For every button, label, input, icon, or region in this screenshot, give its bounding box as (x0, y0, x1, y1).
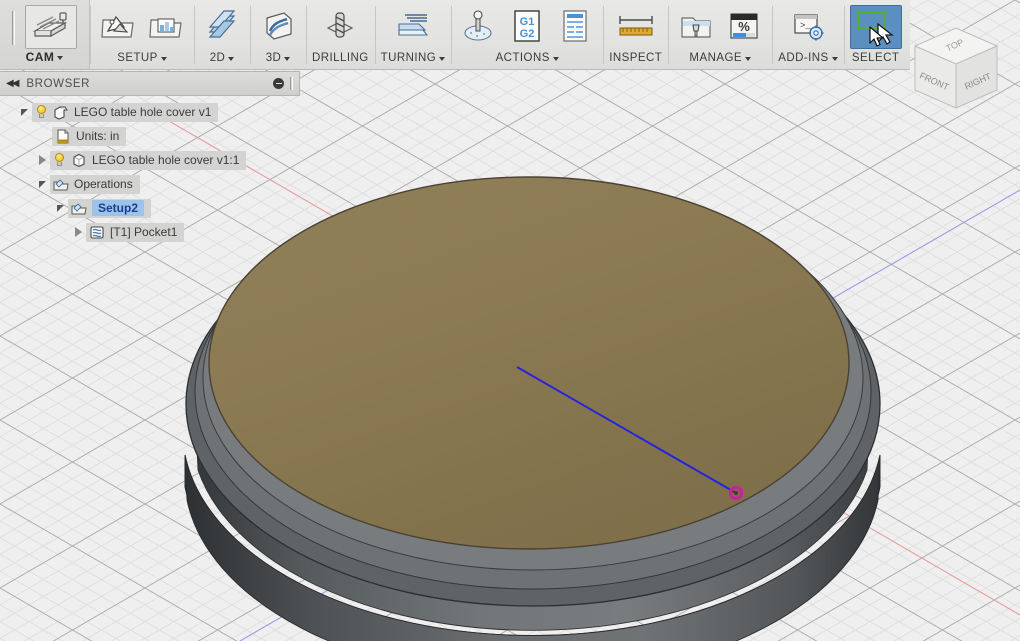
toolbar-group-cam[interactable]: CAM (0, 0, 90, 69)
toolbar-group-setup[interactable]: SETUP (90, 0, 194, 69)
toolbar-label-actions: ACTIONS (457, 52, 597, 67)
new-folder-icon[interactable] (144, 5, 188, 47)
tree-row-setup2[interactable]: Setup2 (0, 196, 300, 220)
tree-label: LEGO table hole cover v1:1 (92, 153, 239, 167)
chevron-down-icon[interactable] (228, 57, 234, 61)
svg-text:>_: >_ (800, 21, 811, 31)
chevron-down-icon[interactable] (553, 57, 559, 61)
turning-icon[interactable] (388, 5, 438, 47)
tree-row-units[interactable]: Units: in (0, 124, 300, 148)
svg-text:%: % (738, 19, 750, 34)
light-bulb-icon[interactable] (35, 105, 48, 119)
toolbar-label-cam: CAM (12, 50, 77, 67)
toolpath-2d-icon[interactable] (200, 5, 244, 47)
light-bulb-icon[interactable] (53, 153, 66, 167)
drill-icon[interactable] (318, 5, 362, 47)
cam-ribbon-toolbar[interactable]: CAM (0, 0, 910, 70)
toolbar-group-2d[interactable]: 2D (194, 0, 250, 69)
svg-text:G1: G1 (520, 16, 535, 28)
tree-node-setup2[interactable]: Setup2 (68, 199, 151, 218)
toolpath-3d-icon[interactable] (256, 5, 300, 47)
toolbar-group-turning[interactable]: TURNING (375, 0, 452, 69)
chevron-down-icon[interactable] (284, 57, 290, 61)
measure-ruler-icon[interactable] (611, 5, 661, 47)
tree-node-pocket1[interactable]: [T1] Pocket1 (86, 223, 184, 242)
expand-twisty-down-icon[interactable] (16, 109, 32, 116)
view-cube[interactable]: TOP FRONT RIGHT (899, 20, 1014, 140)
toolbar-group-3d[interactable]: 3D (250, 0, 306, 69)
setup-folder-icon (71, 201, 87, 216)
document-component-icon (53, 105, 69, 120)
browser-panel[interactable]: ◀◀ BROWSER LEGO table hole cover v1 (0, 71, 300, 244)
expand-twisty-right-icon[interactable] (70, 227, 86, 237)
svg-text:G2: G2 (520, 28, 535, 40)
tree-row-pocket1[interactable]: [T1] Pocket1 (0, 220, 300, 244)
cam-workspace-icon[interactable] (25, 5, 77, 49)
tree-label: [T1] Pocket1 (110, 225, 177, 239)
tree-label: Setup2 (92, 200, 144, 216)
collapse-left-arrows-icon[interactable]: ◀◀ (6, 78, 17, 89)
toolbar-label-setup: SETUP (96, 52, 188, 67)
toolbar-label-inspect: INSPECT (609, 52, 662, 67)
chevron-down-icon[interactable] (832, 57, 838, 61)
simulate-icon[interactable] (457, 5, 501, 47)
tree-node-root-document[interactable]: LEGO table hole cover v1 (32, 103, 218, 122)
expand-twisty-right-icon[interactable] (34, 155, 50, 165)
minus-circle-icon[interactable] (273, 78, 284, 89)
setup-sheet-icon[interactable] (553, 5, 597, 47)
operations-folder-icon (53, 177, 69, 192)
browser-title: BROWSER (26, 78, 273, 90)
panel-resize-grip[interactable] (290, 77, 293, 90)
tree-node-operations[interactable]: Operations (50, 175, 140, 194)
browser-tree[interactable]: LEGO table hole cover v1 Units: in (0, 96, 300, 244)
toolbar-label-select: SELECT (850, 52, 902, 67)
body-cube-icon (71, 153, 87, 168)
toolbar-label-manage: MANAGE (674, 52, 766, 67)
toolbar-group-drilling[interactable]: DRILLING (306, 0, 375, 69)
tool-library-icon[interactable] (674, 5, 718, 47)
chevron-down-icon[interactable] (161, 57, 167, 61)
tree-label: LEGO table hole cover v1 (74, 105, 211, 119)
select-cursor-icon[interactable] (850, 5, 902, 49)
new-setup-icon[interactable] (96, 5, 140, 47)
tree-row-root-document[interactable]: LEGO table hole cover v1 (0, 100, 300, 124)
tree-label: Operations (74, 177, 133, 191)
browser-header[interactable]: ◀◀ BROWSER (0, 71, 300, 96)
machining-time-icon[interactable]: % (722, 5, 766, 47)
stock-top-face[interactable] (209, 177, 849, 549)
tree-node-component-instance[interactable]: LEGO table hole cover v1:1 (50, 151, 246, 170)
chevron-down-icon[interactable] (439, 57, 445, 61)
units-document-icon (55, 129, 71, 144)
expand-twisty-down-icon[interactable] (52, 205, 68, 212)
toolbar-group-select[interactable]: SELECT (844, 0, 908, 69)
toolbar-label-addins: ADD-INS (778, 52, 837, 67)
toolbar-label-turning: TURNING (381, 52, 446, 67)
scripts-addins-icon[interactable]: >_ (786, 5, 830, 47)
pocket-operation-icon (89, 225, 105, 240)
toolbar-group-addins[interactable]: >_ ADD-INS (772, 0, 843, 69)
toolbar-group-manage[interactable]: % MANAGE (668, 0, 772, 69)
chevron-down-icon[interactable] (57, 56, 63, 60)
expand-twisty-down-icon[interactable] (34, 181, 50, 188)
toolbar-label-drilling: DRILLING (312, 52, 369, 67)
toolbar-label-3d: 3D (256, 52, 300, 67)
g1g2-post-process-icon[interactable]: G1 G2 (505, 5, 549, 47)
tree-node-units[interactable]: Units: in (52, 127, 126, 146)
toolbar-grip-handle[interactable] (12, 11, 15, 45)
chevron-down-icon[interactable] (745, 57, 751, 61)
tree-label: Units: in (76, 129, 119, 143)
toolbar-group-actions[interactable]: G1 G2 ACTIONS (451, 0, 603, 69)
tree-row-component-instance[interactable]: LEGO table hole cover v1:1 (0, 148, 300, 172)
toolbar-label-2d: 2D (200, 52, 244, 67)
toolbar-group-inspect[interactable]: INSPECT (603, 0, 668, 69)
tree-row-operations[interactable]: Operations (0, 172, 300, 196)
